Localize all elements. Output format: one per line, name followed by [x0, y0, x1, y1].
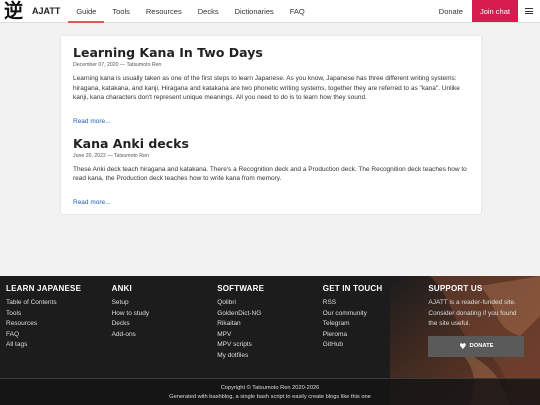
generated-text: Generated with bashblog, a single bash s…	[169, 394, 371, 400]
footer-link[interactable]: Table of Contents	[6, 298, 112, 309]
post-title[interactable]: Learning Kana In Two Days	[73, 45, 469, 61]
footer-link[interactable]: Telegram	[323, 319, 429, 330]
footer-link[interactable]: Add-ons	[112, 330, 218, 341]
footer-heading: SOFTWARE	[217, 284, 265, 293]
footer-link[interactable]: Pleroma	[323, 330, 429, 341]
site-logo[interactable]: 逆 AJATT	[0, 0, 60, 22]
nav-right: Donate Join chat	[430, 0, 540, 22]
posts-card: Learning Kana In Two Days December 07, 2…	[61, 36, 481, 214]
footer-link[interactable]: MPV	[217, 330, 323, 341]
footer-link[interactable]: Resources	[6, 319, 112, 330]
nav-link-decks[interactable]: Decks	[190, 0, 227, 22]
nav-link-dictionaries[interactable]: Dictionaries	[227, 0, 282, 22]
nav-link-faq[interactable]: FAQ	[282, 0, 313, 22]
footer-heading: SUPPORT US	[428, 284, 483, 293]
footer-heading: GET IN TOUCH	[322, 284, 383, 293]
read-more-link[interactable]: Read more...	[73, 118, 111, 125]
footer-donate-button[interactable]: ♥ DONATE	[428, 335, 525, 357]
nav-donate-link[interactable]: Donate	[430, 0, 472, 22]
footer-link[interactable]: GitHub	[323, 340, 429, 351]
footer-heading: LEARN JAPANESE	[6, 284, 82, 293]
nav-links: Guide Tools Resources Decks Dictionaries…	[68, 0, 313, 23]
footer-link[interactable]: FAQ	[6, 330, 112, 341]
top-navbar: 逆 AJATT Guide Tools Resources Decks Dict…	[0, 0, 540, 23]
footer-link[interactable]: GoldenDict-NG	[217, 309, 323, 320]
footer-col-anki: ANKI Setup How to study Decks Add-ons	[112, 284, 218, 362]
footer-link[interactable]: Setup	[112, 298, 218, 309]
post-item: Kana Anki decks June 20, 2022 — Tatsumot…	[73, 136, 469, 208]
footer-col-software: SOFTWARE Qolibri GoldenDict-NG Rikaitan …	[217, 284, 323, 362]
footer-link[interactable]: My dotfiles	[217, 351, 323, 362]
logo-text: AJATT	[32, 6, 61, 16]
post-item: Learning Kana In Two Days December 07, 2…	[73, 45, 469, 127]
join-chat-button[interactable]: Join chat	[471, 0, 518, 22]
footer-col-support: SUPPORT US AJATT is a reader-funded site…	[428, 284, 534, 362]
footer-columns: LEARN JAPANESE Table of Contents Tools R…	[6, 284, 534, 362]
footer-link[interactable]: All tags	[6, 340, 112, 351]
footer-link[interactable]: Rikaitan	[217, 319, 323, 330]
copyright-text: Copyright © Tatsumoto Ren 2020-2026	[220, 385, 320, 391]
post-meta: December 07, 2020 — Tatsumoto Ren	[73, 62, 162, 68]
footer-bottom: Copyright © Tatsumoto Ren 2020-2026 Gene…	[0, 378, 540, 405]
support-text: AJATT is a reader-funded site. Consider …	[428, 299, 517, 328]
footer-link[interactable]: Qolibri	[217, 298, 323, 309]
donate-button-label: DONATE	[469, 343, 494, 350]
footer-heading: ANKI	[111, 284, 132, 293]
footer-link[interactable]: How to study	[112, 309, 218, 320]
footer-link[interactable]: Decks	[112, 319, 218, 330]
post-title[interactable]: Kana Anki decks	[73, 136, 469, 152]
post-meta: June 20, 2022 — Tatsumoto Ren	[73, 152, 149, 159]
footer-col-contact: GET IN TOUCH RSS Our community Telegram …	[323, 284, 429, 362]
post-excerpt: These Anki deck teach hiragana and katak…	[73, 165, 467, 183]
nav-link-tools[interactable]: Tools	[104, 0, 138, 22]
heart-icon: ♥	[459, 341, 467, 351]
footer-col-learn: LEARN JAPANESE Table of Contents Tools R…	[6, 284, 112, 362]
read-more-link[interactable]: Read more...	[73, 199, 111, 206]
menu-icon[interactable]	[518, 0, 540, 22]
nav-link-resources[interactable]: Resources	[138, 0, 190, 22]
footer-link[interactable]: Our community	[323, 309, 429, 320]
nav-link-guide[interactable]: Guide	[68, 0, 105, 23]
logo-glyph: 逆	[4, 0, 24, 22]
footer-link[interactable]: MPV scripts	[217, 340, 323, 351]
footer-link[interactable]: RSS	[323, 298, 429, 309]
footer-link[interactable]: Tools	[6, 309, 112, 320]
site-footer: LEARN JAPANESE Table of Contents Tools R…	[0, 276, 540, 405]
post-excerpt: Learning kana is usually taken as one of…	[73, 75, 460, 101]
